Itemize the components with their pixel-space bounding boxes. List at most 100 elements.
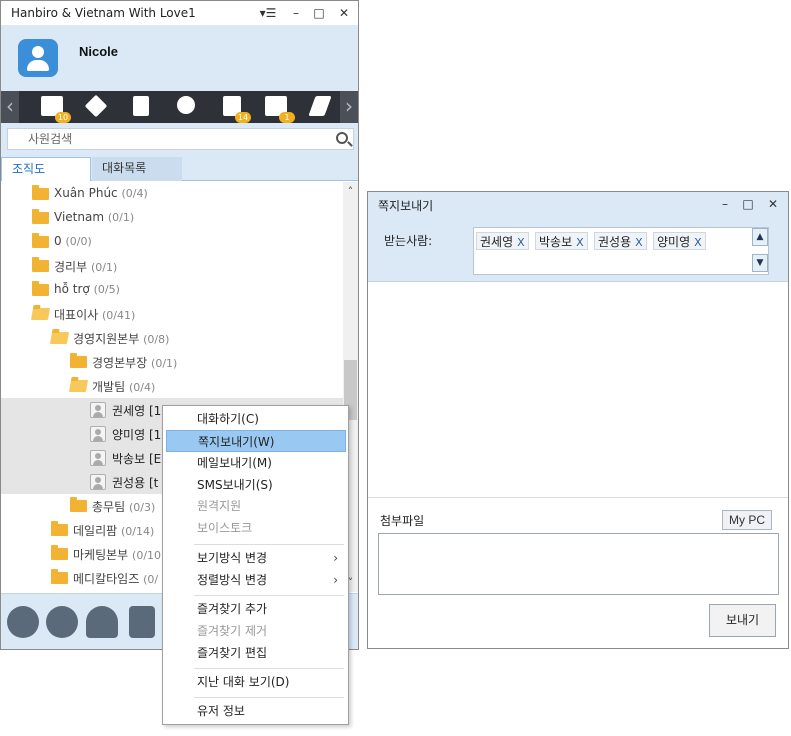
tree-folder-label: Xuân Phúc	[54, 186, 118, 200]
menu-item-user-info[interactable]: 유저 정보	[166, 700, 346, 722]
user-edit-icon[interactable]	[307, 95, 333, 119]
recipient-chip: 권세영 X	[476, 232, 529, 250]
tree-folder-label: 경리부	[54, 260, 88, 274]
remove-recipient-button[interactable]: X	[576, 236, 584, 249]
menu-separator	[194, 697, 344, 698]
chat-bubble-icon[interactable]	[46, 606, 78, 638]
contacts-icon[interactable]	[7, 606, 39, 638]
maximize-button[interactable]: □	[310, 4, 328, 22]
tab-bar: 조직도 대화목록	[1, 155, 358, 181]
recipients-field[interactable]: 권세영 X 박송보 X 권성용 X 양미영 X	[473, 227, 769, 275]
tree-folder-count: (0/14)	[121, 525, 155, 538]
menu-icon[interactable]: ▾☰	[259, 4, 277, 22]
window-title: Hanbiro & Vietnam With Love1	[11, 6, 196, 20]
remove-recipient-button[interactable]: X	[517, 236, 525, 249]
tree-folder[interactable]: hỗ trợ (0/5)	[1, 278, 343, 302]
menu-separator	[194, 595, 344, 596]
message-body[interactable]	[368, 283, 788, 497]
mail-icon[interactable]: 10	[39, 95, 71, 123]
attachment-list[interactable]	[378, 533, 779, 595]
close-button[interactable]: ✕	[335, 4, 353, 22]
tree-user-status: [t	[148, 476, 159, 490]
folder-icon	[51, 545, 68, 560]
menu-item-send-sms[interactable]: SMS보내기(S)	[166, 474, 346, 496]
remove-recipient-button[interactable]: X	[694, 236, 702, 249]
menu-item-sort-mode[interactable]: 정렬방식 변경 ›	[166, 569, 346, 591]
tree-folder-count: (0/10	[132, 549, 162, 562]
tab-chat-list[interactable]: 대화목록	[92, 157, 182, 181]
title-bar: Hanbiro & Vietnam With Love1 ▾☰ – □ ✕	[1, 1, 358, 25]
tree-user-status: [1	[148, 428, 162, 442]
avatar[interactable]	[18, 39, 58, 77]
folder-icon	[70, 497, 87, 512]
user-icon	[90, 474, 106, 490]
menu-item-view-mode[interactable]: 보기방식 변경 ›	[166, 547, 346, 569]
tree-folder[interactable]: Xuân Phúc (0/4)	[1, 182, 343, 206]
minimize-button[interactable]: –	[716, 195, 734, 213]
menu-item-add-favorite[interactable]: 즐겨찾기 추가	[166, 598, 346, 620]
scroll-up-arrow[interactable]: ˄	[343, 184, 358, 199]
search-icon[interactable]	[336, 132, 348, 144]
recipients-label: 받는사람:	[384, 234, 433, 248]
tree-folder[interactable]: Vietnam (0/1)	[1, 206, 343, 230]
toolbar-right-arrow[interactable]: ›	[340, 91, 358, 123]
mail-badge: 10	[55, 112, 71, 123]
tree-folder-label: 개발팀	[92, 380, 126, 394]
menu-item-chat[interactable]: 대화하기(C)	[166, 408, 346, 430]
cloud-save-icon[interactable]	[86, 606, 118, 638]
note-badge: 1	[279, 112, 295, 123]
puzzle-icon[interactable]	[83, 94, 109, 119]
tools-icon[interactable]	[173, 95, 199, 119]
menu-item-chat-history[interactable]: 지난 대화 보기(D)	[166, 671, 346, 693]
search-bar	[1, 123, 358, 155]
menu-separator	[194, 544, 344, 545]
menu-item-label: 보기방식 변경	[197, 551, 268, 565]
attachment-area: 첨부파일 My PC 보내기	[368, 497, 788, 648]
tree-folder[interactable]: 대표이사 (0/41)	[1, 302, 343, 326]
menu-item-edit-favorite[interactable]: 즐겨찾기 편집	[166, 642, 346, 664]
tree-folder-label: 경영지원본부	[73, 332, 140, 346]
user-icon	[90, 450, 106, 466]
folder-icon	[51, 521, 68, 536]
note-window: 쪽지보내기 – □ ✕ 받는사람: 권세영 X 박송보 X 권성용 X 양미영 X ▲ …	[367, 191, 789, 649]
menu-item-send-mail[interactable]: 메일보내기(M)	[166, 452, 346, 474]
document-edit-icon[interactable]: 14	[219, 95, 251, 123]
folder-open-icon	[30, 308, 51, 320]
my-pc-button[interactable]: My PC	[722, 510, 772, 530]
recipients-scroll-up[interactable]: ▲	[752, 228, 768, 246]
tree-folder[interactable]: 경리부 (0/1)	[1, 254, 343, 278]
note-window-title: 쪽지보내기	[378, 199, 434, 213]
tab-org-chart[interactable]: 조직도	[1, 157, 91, 181]
tree-folder[interactable]: 경영지원본부 (0/8)	[1, 326, 343, 350]
maximize-button[interactable]: □	[739, 195, 757, 213]
sms-icon[interactable]	[129, 606, 155, 638]
clipboard-icon[interactable]	[128, 95, 154, 119]
remove-recipient-button[interactable]: X	[635, 236, 643, 249]
tree-folder-label: hỗ trợ	[54, 282, 90, 296]
recipients-scroll-down[interactable]: ▼	[752, 254, 768, 272]
text-note-icon[interactable]: 1	[263, 95, 295, 123]
close-button[interactable]: ✕	[764, 195, 782, 213]
menu-item-label: 정렬방식 변경	[197, 573, 268, 587]
document-badge: 14	[235, 112, 251, 123]
tree-folder[interactable]: 0 (0/0)	[1, 230, 343, 254]
toolbar: ‹ 10 14 1 ›	[1, 91, 358, 123]
minimize-button[interactable]: –	[287, 4, 305, 22]
toolbar-left-arrow[interactable]: ‹	[1, 91, 19, 123]
recipient-name: 권성용	[598, 235, 632, 249]
search-input[interactable]	[8, 129, 308, 149]
send-button[interactable]: 보내기	[709, 604, 776, 637]
tree-folder-count: (0/	[143, 573, 159, 586]
username: Nicole	[79, 44, 119, 59]
tree-folder-count: (0/8)	[143, 333, 170, 346]
tree-folder[interactable]: 경영본부장 (0/1)	[1, 350, 343, 374]
tree-folder-count: (0/4)	[128, 381, 156, 394]
tree-folder-count: (0/3)	[128, 501, 156, 514]
tree-folder-count: (0/1)	[90, 261, 118, 274]
recipient-name: 양미영	[657, 235, 691, 249]
tree-folder[interactable]: 개발팀 (0/4)	[1, 374, 343, 398]
tree-folder-label: 대표이사	[54, 308, 99, 322]
recipient-chip: 권성용 X	[594, 232, 647, 250]
menu-item-send-note[interactable]: 쪽지보내기(W)	[166, 430, 346, 452]
tree-user-label: 박송보	[112, 452, 146, 466]
